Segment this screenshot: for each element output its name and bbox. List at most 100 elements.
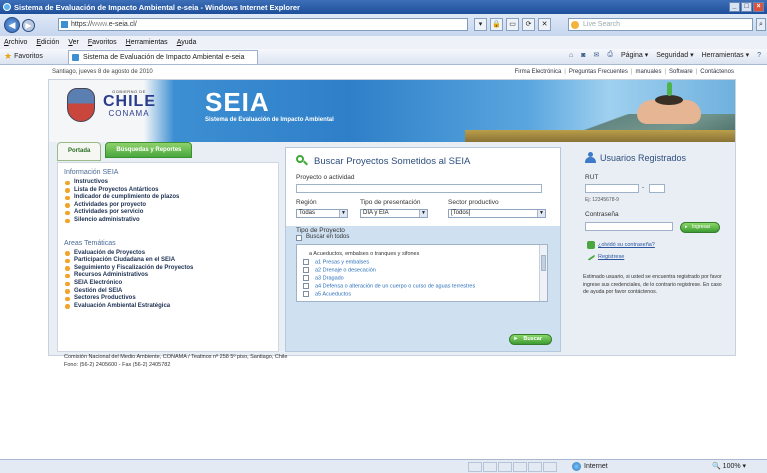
list-item[interactable]: a1 Presas y embalses — [303, 259, 369, 265]
list-item[interactable]: a3 Dragado — [303, 275, 344, 281]
lock-icon[interactable]: 🔒 — [490, 18, 503, 31]
site-favicon-icon — [61, 21, 68, 28]
list-item[interactable]: Gestión del SEIA — [65, 288, 278, 296]
compatibility-icon[interactable]: ▭ — [506, 18, 519, 31]
menu-bar: Archivo Edición Ver Favoritos Herramient… — [0, 36, 767, 49]
zoom-level[interactable]: 🔍 100% ▾ — [712, 462, 746, 470]
list-item[interactable]: Indicador de cumplimiento de plazos — [65, 194, 278, 202]
site-container: GOBIERNO DE CHILE CONAMA SEIA Sistema de… — [48, 79, 736, 356]
checkbox[interactable] — [303, 259, 309, 265]
status-bar: Internet 🔍 100% ▾ — [0, 459, 767, 473]
favorites-button[interactable]: Favoritos — [14, 53, 43, 60]
sector-select[interactable]: [Todos] ▼ — [448, 209, 546, 218]
region-select[interactable]: Todas ▼ — [296, 209, 348, 218]
menu-edicion[interactable]: Edición — [36, 39, 59, 46]
buscar-todos-label: Buscar en todos — [306, 234, 350, 240]
home-icon[interactable]: ⌂ — [569, 52, 573, 59]
address-input[interactable]: https://www.e-seia.cl/ — [58, 18, 468, 31]
refresh-icon[interactable]: ⟳ — [522, 18, 535, 31]
internet-explorer-icon — [3, 3, 11, 11]
menu-seguridad[interactable]: Seguridad ▾ — [656, 51, 693, 59]
link-software[interactable]: Software — [669, 69, 693, 75]
tipo-presentacion-select[interactable]: DIA y EIA ▼ — [360, 209, 428, 218]
list-item[interactable]: Evaluación Ambiental Estratégica — [65, 303, 278, 311]
list-item[interactable]: a2 Drenaje o desecación — [303, 267, 376, 273]
menu-pagina[interactable]: Página ▾ — [621, 51, 648, 59]
tab-busquedas-reportes[interactable]: Búsquedas y Reportes — [105, 142, 193, 158]
rut-input[interactable] — [585, 184, 639, 193]
list-item[interactable]: Evaluación de Proyectos — [65, 250, 278, 258]
stop-icon[interactable]: ✕ — [538, 18, 551, 31]
mail-icon[interactable]: ✉ — [593, 51, 599, 59]
menu-favoritos[interactable]: Favoritos — [88, 39, 117, 46]
feeds-icon[interactable]: ◙ — [581, 52, 585, 59]
menu-ver[interactable]: Ver — [68, 39, 79, 46]
list-item[interactable]: Silencio administrativo — [65, 217, 278, 225]
favorites-star-icon[interactable]: ★ — [4, 51, 12, 62]
list-item[interactable]: SEIA Electrónico — [65, 280, 278, 288]
link-firma-electronica[interactable]: Firma Electrónica — [515, 69, 562, 75]
list-item[interactable]: Participación Ciudadana en el SEIA — [65, 257, 278, 265]
browser-tab[interactable]: Sistema de Evaluación de Impacto Ambient… — [68, 50, 258, 64]
login-note: Estimado usuario, si usted se encuentra … — [583, 274, 722, 296]
rut-dash: - — [642, 184, 645, 191]
search-go-icon[interactable]: ⌕ — [756, 18, 766, 31]
list-item[interactable]: Recursos Administrativos — [65, 272, 278, 280]
buscar-button[interactable]: Buscar — [509, 334, 552, 345]
rut-example: Ej: 12345678-9 — [585, 197, 619, 203]
register-link[interactable]: Registrese — [586, 253, 624, 261]
menu-herramientas[interactable]: Herramientas — [126, 39, 168, 46]
maximize-button[interactable]: □ — [741, 2, 752, 12]
address-actions: ▾ 🔒 ▭ ⟳ ✕ — [474, 18, 551, 31]
menu-archivo[interactable]: Archivo — [4, 39, 27, 46]
link-manuales[interactable]: manuales — [635, 69, 661, 75]
status-cells — [468, 462, 557, 472]
list-item[interactable]: a5 Acueductos — [303, 291, 351, 297]
back-button[interactable]: ◀ — [4, 17, 20, 33]
scrollbar-thumb[interactable] — [541, 255, 546, 271]
help-icon[interactable]: ? — [757, 52, 761, 59]
site-tabs: Portada Búsquedas y Reportes — [57, 142, 193, 162]
list-item[interactable]: Instructivos — [65, 179, 278, 187]
areas-tematicas-list: Evaluación de Proyectos Participación Ci… — [58, 250, 278, 311]
link-contactenos[interactable]: Contáctenos — [700, 69, 734, 75]
info-seia-list: Instructivos Lista de Proyectos Antártic… — [58, 179, 278, 225]
list-item[interactable]: Actividades por proyecto — [65, 202, 278, 210]
dropdown-icon[interactable]: ▾ — [474, 18, 487, 31]
checkbox[interactable] — [303, 283, 309, 289]
chevron-down-icon: ▼ — [339, 210, 347, 217]
list-scrollbar[interactable] — [539, 245, 547, 301]
buscar-todos-checkbox[interactable] — [296, 235, 302, 241]
project-input[interactable] — [296, 184, 542, 193]
list-item[interactable]: a4 Defensa o alteración de un cuerpo o c… — [303, 283, 475, 289]
current-date: Santiago, jueves 8 de agosto de 2010 — [52, 69, 153, 75]
tab-favicon-icon — [72, 54, 79, 61]
password-input[interactable] — [585, 222, 673, 231]
list-item[interactable]: Seguimiento y Fiscalización de Proyectos — [65, 265, 278, 273]
rut-dv-input[interactable] — [649, 184, 665, 193]
security-zone[interactable]: Internet — [572, 462, 608, 471]
list-item[interactable]: Lista de Proyectos Antárticos — [65, 187, 278, 195]
gobierno-de-chile-logo[interactable]: GOBIERNO DE CHILE CONAMA — [103, 89, 155, 118]
checkbox[interactable] — [303, 267, 309, 273]
print-icon[interactable]: ⎙ — [607, 51, 613, 59]
menu-ayuda[interactable]: Ayuda — [177, 39, 197, 46]
forward-button[interactable]: ▶ — [22, 18, 35, 32]
checkbox[interactable] — [303, 275, 309, 281]
live-search-input[interactable]: Live Search — [568, 18, 753, 31]
live-search-icon — [571, 21, 579, 29]
project-type-list[interactable]: a Acueductos, embalses o tranques y sifo… — [296, 244, 548, 302]
link-preguntas-frecuentes[interactable]: Preguntas Frecuentes — [569, 69, 628, 75]
list-item[interactable]: Sectores Productivos — [65, 295, 278, 303]
checkbox[interactable] — [303, 291, 309, 297]
tipo-presentacion-label: Tipo de presentación — [360, 199, 421, 206]
close-button[interactable]: × — [753, 2, 764, 12]
command-bar: ⌂ ◙ ✉ ⎙ Página ▾ Seguridad ▾ Herramienta… — [569, 51, 761, 59]
tab-portada[interactable]: Portada — [57, 142, 102, 161]
minimize-button[interactable]: _ — [729, 2, 740, 12]
url-rest: e-seia.cl/ — [108, 21, 137, 28]
menu-herramientas-cmd[interactable]: Herramientas ▾ — [702, 51, 749, 59]
forgot-password-link[interactable]: ¿olvidó su contraseña? — [587, 241, 655, 249]
list-item[interactable]: Actividades por servicio — [65, 209, 278, 217]
ingresar-button[interactable]: Ingresar — [680, 222, 720, 233]
